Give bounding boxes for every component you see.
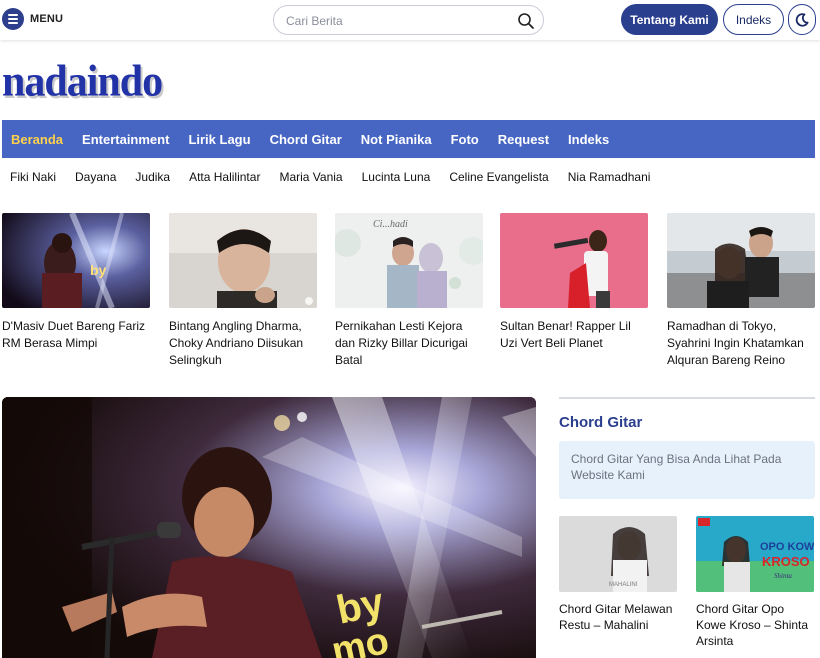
sidebar-article-title[interactable]: Chord Gitar Opo Kowe Kroso – Shinta Arsi… xyxy=(696,601,814,649)
article-card[interactable]: Ramadhan di Tokyo, Syahrini Ingin Khatam… xyxy=(667,213,815,369)
tag-link[interactable]: Fiki Naki xyxy=(10,170,56,184)
index-button[interactable]: Indeks xyxy=(723,4,784,35)
search-input[interactable] xyxy=(286,11,506,31)
tag-nav: Fiki Naki Dayana Judika Atta Halilintar … xyxy=(2,164,815,190)
tag-link[interactable]: Atta Halilintar xyxy=(189,170,260,184)
svg-text:OPO KOWE: OPO KOWE xyxy=(760,541,814,553)
search-icon[interactable] xyxy=(517,12,535,30)
nav-item-foto[interactable]: Foto xyxy=(451,132,479,147)
article-card[interactable]: Bintang Angling Dharma, Choky Andriano D… xyxy=(169,213,317,369)
sidebar-article-list: MAHALINI Chord Gitar Melawan Restu – Mah… xyxy=(559,516,815,649)
tag-link[interactable]: Nia Ramadhani xyxy=(568,170,651,184)
article-thumbnail[interactable] xyxy=(500,213,648,308)
sidebar-description: Chord Gitar Yang Bisa Anda Lihat Pada We… xyxy=(559,441,815,499)
top-bar: MENU Tentang Kami Indeks xyxy=(0,0,820,40)
sidebar-article-thumbnail[interactable]: OPO KOWE KROSO Shinta xyxy=(696,516,814,592)
sidebar-article-thumbnail[interactable]: MAHALINI xyxy=(559,516,677,592)
article-card[interactable]: Ci...hadi Pernikahan Lesti Kejora dan Ri… xyxy=(335,213,483,369)
article-thumbnail[interactable]: Ci...hadi xyxy=(335,213,483,308)
svg-text:MAHALINI: MAHALINI xyxy=(609,582,638,588)
tag-link[interactable]: Lucinta Luna xyxy=(362,170,431,184)
nav-item-beranda[interactable]: Beranda xyxy=(11,132,63,147)
article-thumbnail[interactable] xyxy=(169,213,317,308)
tag-link[interactable]: Dayana xyxy=(75,170,116,184)
sidebar-chord-gitar: Chord Gitar Chord Gitar Yang Bisa Anda L… xyxy=(559,397,815,649)
moon-icon xyxy=(795,12,809,27)
svg-text:KROSO: KROSO xyxy=(762,554,810,569)
menu-label: MENU xyxy=(30,13,64,25)
svg-text:by: by xyxy=(90,262,107,278)
tag-link[interactable]: Judika xyxy=(135,170,170,184)
tag-link[interactable]: Celine Evangelista xyxy=(449,170,548,184)
nav-item-not-pianika[interactable]: Not Pianika xyxy=(361,132,432,147)
article-card[interactable]: by D'Masiv Duet Bareng Fariz RM Berasa M… xyxy=(2,213,150,352)
featured-articles: by D'Masiv Duet Bareng Fariz RM Berasa M… xyxy=(2,213,815,373)
search-box xyxy=(273,5,544,35)
site-logo[interactable]: nadaindo xyxy=(2,57,163,107)
nav-item-request[interactable]: Request xyxy=(498,132,549,147)
article-title[interactable]: Bintang Angling Dharma, Choky Andriano D… xyxy=(169,318,317,369)
dark-mode-toggle[interactable] xyxy=(788,4,816,35)
tag-link[interactable]: Maria Vania xyxy=(279,170,342,184)
about-us-button[interactable]: Tentang Kami xyxy=(621,4,718,35)
article-title[interactable]: Sultan Benar! Rapper Lil Uzi Vert Beli P… xyxy=(500,318,648,352)
nav-item-indeks[interactable]: Indeks xyxy=(568,132,609,147)
menu-button[interactable]: MENU xyxy=(2,8,63,30)
sidebar-title[interactable]: Chord Gitar xyxy=(559,414,815,431)
article-title[interactable]: D'Masiv Duet Bareng Fariz RM Berasa Mimp… xyxy=(2,318,150,352)
article-title[interactable]: Pernikahan Lesti Kejora dan Rizky Billar… xyxy=(335,318,483,369)
nav-item-chord-gitar[interactable]: Chord Gitar xyxy=(270,132,342,147)
sidebar-article-card[interactable]: MAHALINI Chord Gitar Melawan Restu – Mah… xyxy=(559,516,677,633)
svg-text:Shinta: Shinta xyxy=(774,572,792,580)
article-card[interactable]: Sultan Benar! Rapper Lil Uzi Vert Beli P… xyxy=(500,213,648,352)
sidebar-article-card[interactable]: OPO KOWE KROSO Shinta Chord Gitar Opo Ko… xyxy=(696,516,814,649)
hamburger-icon xyxy=(2,8,24,30)
article-thumbnail[interactable]: by xyxy=(2,213,150,308)
nav-item-lirik-lagu[interactable]: Lirik Lagu xyxy=(188,132,250,147)
headline-image[interactable]: by mo xyxy=(2,397,536,658)
svg-text:Ci...hadi: Ci...hadi xyxy=(373,219,408,230)
article-title[interactable]: Ramadhan di Tokyo, Syahrini Ingin Khatam… xyxy=(667,318,815,369)
sidebar-divider xyxy=(559,397,815,399)
main-nav: Beranda Entertainment Lirik Lagu Chord G… xyxy=(2,120,815,158)
sidebar-article-title[interactable]: Chord Gitar Melawan Restu – Mahalini xyxy=(559,601,677,633)
article-thumbnail[interactable] xyxy=(667,213,815,308)
nav-item-entertainment[interactable]: Entertainment xyxy=(82,132,169,147)
